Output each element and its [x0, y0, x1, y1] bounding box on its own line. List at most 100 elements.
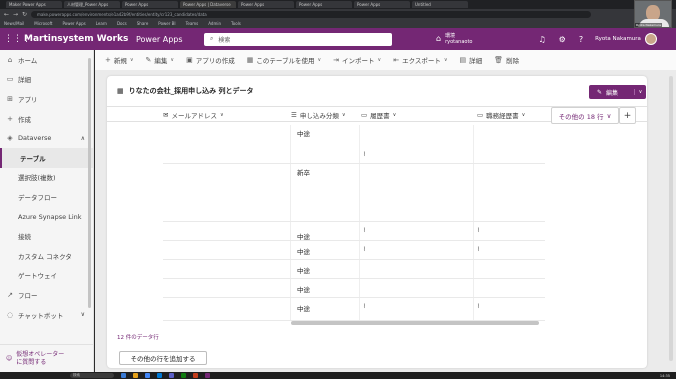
browser-tab[interactable]: Power Apps: [354, 1, 410, 8]
export-button[interactable]: ⇤ エクスポート ∨: [393, 55, 447, 65]
category-cell[interactable]: 中途: [297, 231, 310, 241]
taskbar-search[interactable]: 検索: [70, 373, 114, 378]
sidebar-item[interactable]: データフロー: [0, 187, 93, 207]
detail-button[interactable]: ▤ 詳細: [460, 55, 483, 65]
table-row[interactable]: 中途 ⌇ ⌇: [163, 298, 545, 321]
gear-icon[interactable]: ⚙: [559, 35, 566, 44]
bookmark-item[interactable]: Microsoft: [34, 21, 52, 26]
back-icon[interactable]: ←: [4, 11, 10, 18]
edit-button[interactable]: ✎ 編集 ∨: [589, 85, 646, 99]
sidebar-item[interactable]: + 作成: [0, 109, 93, 129]
attachment-icon[interactable]: ⌇: [363, 246, 366, 253]
edit-command-button[interactable]: ✎ 編集 ∨: [146, 55, 175, 65]
environment-picker[interactable]: ⌂ 環境 ryotanaoto: [436, 33, 473, 45]
forward-icon[interactable]: →: [13, 11, 19, 18]
edge-icon[interactable]: [157, 373, 162, 378]
reload-icon[interactable]: ↻: [22, 11, 28, 18]
powerpoint-icon[interactable]: [193, 373, 198, 378]
table-row[interactable]: 中途 ⌇ ⌇: [163, 241, 545, 260]
bookmark-item[interactable]: Teams: [186, 21, 199, 26]
bookmark-item[interactable]: Docs: [117, 21, 127, 26]
category-cell[interactable]: 中途: [297, 303, 310, 313]
category-cell[interactable]: 中途: [297, 265, 310, 275]
sidebar-item[interactable]: 接続: [0, 226, 93, 246]
app-launcher-icon[interactable]: ⋮⋮⋮: [4, 34, 31, 44]
table-row[interactable]: 中途: [163, 260, 545, 279]
browser-tab[interactable]: Power Apps: [122, 1, 178, 8]
add-column-button[interactable]: +: [619, 107, 636, 124]
create-app-button[interactable]: ▣ アプリの作成: [186, 55, 235, 65]
attachment-icon[interactable]: ⌇: [363, 151, 366, 158]
category-cell[interactable]: 中途: [297, 284, 310, 294]
browser-tab[interactable]: Power Apps: [296, 1, 352, 8]
browser-tab[interactable]: Untitled: [412, 1, 468, 8]
browser-tab[interactable]: Power Apps | Dataverse: [180, 1, 236, 8]
column-header[interactable]: ☰ 申し込み分類 ∨: [291, 107, 346, 123]
pencil-icon: ✎: [145, 56, 152, 64]
attachment-icon[interactable]: ⌇: [363, 303, 366, 310]
browser-tab[interactable]: Power Apps: [238, 1, 294, 8]
horizontal-scrollbar[interactable]: [291, 321, 539, 325]
category-cell[interactable]: 中途: [297, 128, 310, 138]
use-table-button[interactable]: ▦ このテーブルを使用 ∨: [247, 55, 321, 65]
sidebar-item[interactable]: ↗ フロー: [0, 285, 93, 305]
chrome-icon[interactable]: [145, 373, 150, 378]
column-header[interactable]: ✉ メールアドレス ∨: [163, 107, 224, 123]
new-button[interactable]: + 新規 ∨: [105, 55, 134, 65]
powerapps-icon[interactable]: [205, 373, 210, 378]
browser-tab[interactable]: 人材管理_Power Apps: [64, 1, 120, 8]
url-field[interactable]: make.powerapps.com/environments/e1a42b9f…: [31, 10, 591, 18]
sidebar-item[interactable]: ▭ 詳細: [0, 70, 93, 90]
table-row[interactable]: 中途: [163, 279, 545, 298]
column-header[interactable]: ▭ 職務経歴書 ∨: [477, 107, 525, 123]
sidebar-item[interactable]: ⌂ ホーム: [0, 50, 93, 70]
sidebar-scrollbar[interactable]: [88, 58, 91, 308]
sidebar-item[interactable]: ◌ チャットボット ∨: [0, 305, 93, 325]
column-header[interactable]: ▭ 履歴書 ∨: [361, 107, 396, 123]
category-cell[interactable]: 中途: [297, 246, 310, 256]
folder-icon[interactable]: [133, 373, 138, 378]
sidebar-item[interactable]: Azure Synapse Link: [0, 207, 93, 227]
table-row[interactable]: 新卒: [163, 164, 545, 222]
explorer-icon[interactable]: [121, 373, 126, 378]
add-rows-button[interactable]: その他の行を追加する: [119, 351, 207, 365]
avatar[interactable]: [644, 33, 657, 45]
sidebar-item[interactable]: テーブル: [0, 147, 93, 168]
delete-button[interactable]: 🗑 削除: [494, 55, 519, 65]
chevron-down-icon[interactable]: ∨: [634, 89, 646, 95]
sidebar-item[interactable]: カスタム コネクタ: [0, 246, 93, 266]
bookmark-item[interactable]: Power BI: [158, 21, 175, 26]
attachment-icon[interactable]: ⌇: [363, 227, 366, 234]
sidebar-item[interactable]: ◈ Dataverse ∧: [0, 128, 93, 148]
product-name[interactable]: Power Apps: [136, 35, 196, 44]
virtual-agent-link[interactable]: ☺ 仮想オペレーター に質問する: [0, 344, 93, 372]
table-row[interactable]: 中途 ⌇ ⌇: [163, 222, 545, 241]
search-box[interactable]: ⌕ 検索: [204, 32, 392, 46]
category-cell[interactable]: 新卒: [297, 167, 310, 177]
table-row[interactable]: 中途 ⌇: [163, 125, 545, 164]
sidebar-item-label: Dataverse: [18, 134, 52, 143]
sidebar-item[interactable]: ⊞ アプリ: [0, 89, 93, 109]
bookmark-item[interactable]: Learn: [96, 21, 107, 26]
bookmark-item[interactable]: Share: [137, 21, 149, 26]
attachment-icon[interactable]: ⌇: [477, 303, 480, 310]
attachment-icon[interactable]: ⌇: [477, 227, 480, 234]
page-scrollbar[interactable]: [669, 76, 673, 361]
sidebar-item[interactable]: 選択肢(複数): [0, 168, 93, 188]
bookmark-item[interactable]: Admin: [208, 21, 221, 26]
bookmark-item[interactable]: Power Apps: [62, 21, 85, 26]
excel-icon[interactable]: [181, 373, 186, 378]
import-button[interactable]: ⇥ インポート ∨: [333, 55, 381, 65]
more-columns-button[interactable]: その他の 18 行 ∨: [551, 107, 619, 124]
user-name[interactable]: Ryota Nakamura: [595, 36, 641, 42]
table-icon: ▦: [246, 56, 254, 64]
attachment-icon[interactable]: ⌇: [477, 246, 480, 253]
bell-icon[interactable]: ♫: [539, 35, 546, 44]
browser-tab[interactable]: Maker Power Apps: [6, 1, 62, 8]
sidebar-item[interactable]: ゲートウェイ: [0, 266, 93, 286]
teams-icon[interactable]: [169, 373, 174, 378]
help-icon[interactable]: ?: [579, 35, 583, 44]
bookmark-item[interactable]: Tools: [231, 21, 241, 26]
bookmark-item[interactable]: News/Mail: [4, 21, 24, 26]
new-label: 新規: [113, 57, 127, 65]
